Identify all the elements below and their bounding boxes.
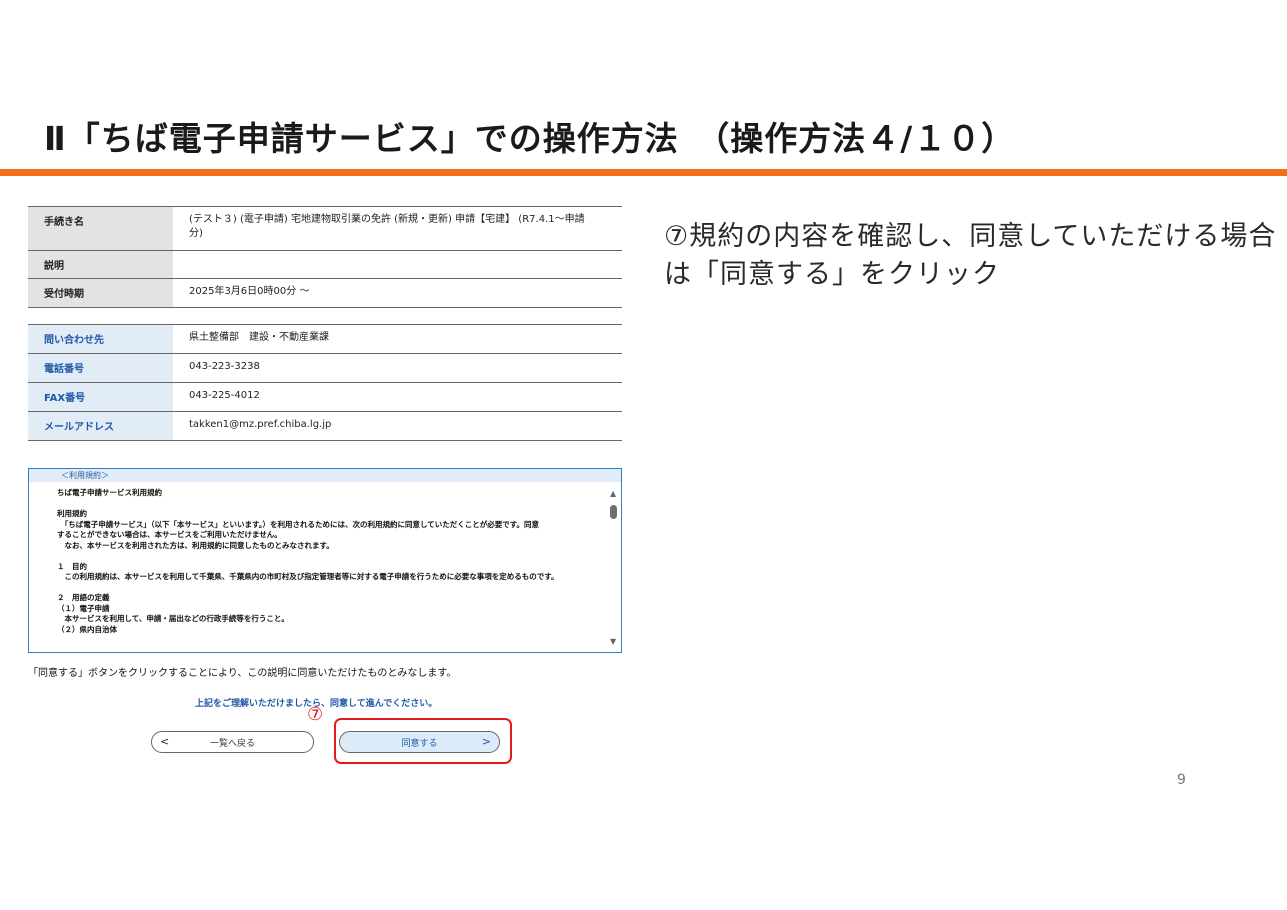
fax-label: FAX番号 (28, 382, 173, 412)
terms-scrollbar[interactable]: ▲ ▼ (607, 483, 621, 652)
scroll-up-arrow-icon[interactable]: ▲ (610, 489, 616, 498)
table-row: 電話番号 043-223-3238 (28, 353, 622, 383)
instruction-text: ⑦規約の内容を確認し、同意していただける場合は「同意する」をクリック (664, 221, 1277, 290)
terms-text: ちば電子申請サービス利用規約 利用規約 「ちば電子申請サービス」（以下「本サービ… (57, 488, 559, 634)
fax-value: 043-225-4012 (173, 382, 622, 412)
reception-period-value: 2025年3月6日0時00分 ～ (173, 278, 622, 308)
contact-label: 問い合わせ先 (28, 324, 173, 354)
procedure-name-value: (テスト３) (電子申請) 宅地建物取引業の免許 (新規・更新) 申請【宅建】 … (173, 206, 622, 251)
chevron-left-icon: < (160, 735, 170, 748)
table-row: 説明 (28, 250, 622, 279)
phone-value: 043-223-3238 (173, 353, 622, 383)
title-divider (0, 169, 1287, 176)
table-row: 問い合わせ先 県土整備部 建設・不動産業課 (28, 324, 622, 354)
table-row: 受付時期 2025年3月6日0時00分 ～ (28, 278, 622, 308)
scroll-thumb[interactable] (610, 505, 617, 519)
procedure-screenshot: 手続き名 (テスト３) (電子申請) 宅地建物取引業の免許 (新規・更新) 申請… (28, 206, 622, 441)
description-value (173, 250, 622, 279)
email-value[interactable]: takken1@mz.pref.chiba.lg.jp (173, 411, 622, 441)
terms-of-use-box[interactable]: ＜利用規約＞ ちば電子申請サービス利用規約 利用規約 「ちば電子申請サービス」（… (28, 468, 622, 653)
table-row: 手続き名 (テスト３) (電子申請) 宅地建物取引業の免許 (新規・更新) 申請… (28, 206, 622, 251)
table-row: メールアドレス takken1@mz.pref.chiba.lg.jp (28, 411, 622, 441)
contact-value: 県土整備部 建設・不動産業課 (173, 324, 622, 354)
procedure-name-label: 手続き名 (28, 206, 173, 251)
page-number: 9 (1177, 772, 1186, 788)
reception-period-label: 受付時期 (28, 278, 173, 308)
agreement-note: 「同意する」ボタンをクリックすることにより、この説明に同意いただけたものとみなし… (28, 668, 457, 679)
email-label: メールアドレス (28, 411, 173, 441)
table-row: FAX番号 043-225-4012 (28, 382, 622, 412)
contact-info-table: 問い合わせ先 県土整備部 建設・不動産業課 電話番号 043-223-3238 … (28, 324, 622, 441)
back-to-list-label: 一覧へ戻る (209, 738, 255, 749)
phone-label: 電話番号 (28, 353, 173, 383)
back-to-list-button[interactable]: < 一覧へ戻る (151, 731, 314, 753)
slide-title: Ⅱ「ちば電子申請サービス」での操作方法 （操作方法４/１０） (44, 119, 1016, 158)
scroll-down-arrow-icon[interactable]: ▼ (610, 637, 616, 646)
description-label: 説明 (28, 250, 173, 279)
agree-button-highlight (334, 718, 512, 764)
terms-header: ＜利用規約＞ (29, 469, 621, 482)
step-marker: ⑦ (307, 704, 324, 725)
procedure-info-table: 手続き名 (テスト３) (電子申請) 宅地建物取引業の免許 (新規・更新) 申請… (28, 206, 622, 308)
